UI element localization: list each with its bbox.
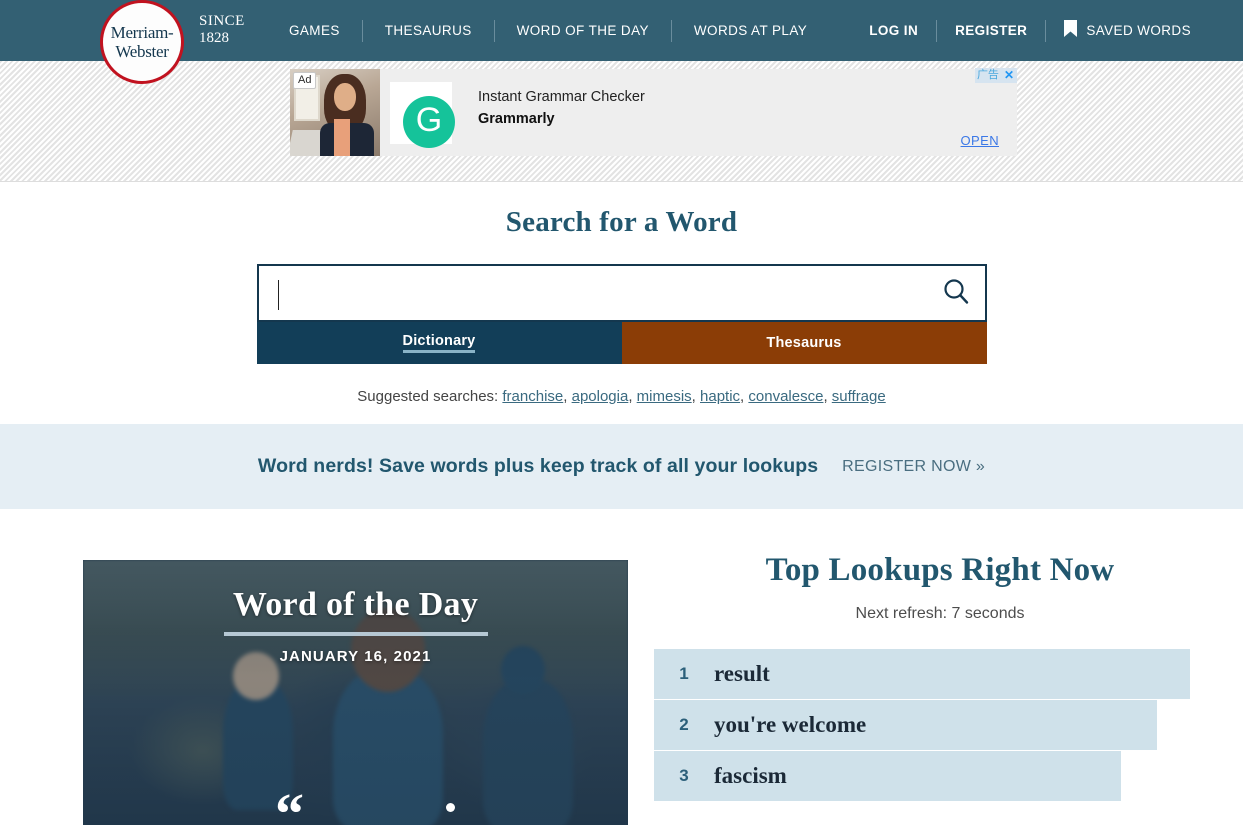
grammarly-logo-icon: G: [403, 95, 455, 148]
logo-line-1: Merriam-: [110, 23, 174, 42]
advertisement[interactable]: Ad G Instant Grammar Checker Grammarly O…: [290, 68, 1017, 156]
search-input[interactable]: [258, 266, 927, 320]
suggested-link-apologia[interactable]: apologia: [572, 388, 629, 405]
top-lookups-section: Top Lookups Right Now Next refresh: 7 se…: [654, 552, 1226, 802]
list-item[interactable]: 3 fascism: [654, 751, 1121, 801]
bookmark-icon: [1064, 19, 1078, 42]
word-of-the-day-card[interactable]: Word of the Day JANUARY 16, 2021 “: [83, 560, 628, 825]
nav-link-games[interactable]: GAMES: [289, 23, 340, 38]
search-icon: [941, 277, 971, 310]
since-text: SINCE: [199, 13, 245, 29]
login-button[interactable]: LOG IN: [851, 23, 936, 38]
tab-thesaurus[interactable]: Thesaurus: [621, 322, 987, 364]
lookup-rank: 2: [679, 715, 689, 734]
nav-item-words-at-play[interactable]: WORDS AT PLAY: [672, 22, 829, 40]
ad-thumbnail-image: Ad: [290, 69, 380, 156]
top-lookups-list: 1 result 2 you're welcome 3 fascism: [654, 649, 1226, 801]
word-of-the-day-date: JANUARY 16, 2021: [279, 648, 432, 665]
word-of-the-day-title: Word of the Day: [232, 586, 479, 623]
nav-item-thesaurus[interactable]: THESAURUS: [363, 22, 494, 40]
ad-logo-container: G: [390, 82, 455, 148]
close-icon[interactable]: ✕: [1000, 68, 1017, 83]
list-item[interactable]: 2 you're welcome: [654, 700, 1157, 750]
register-link[interactable]: REGISTER: [955, 23, 1027, 38]
register-now-link[interactable]: REGISTER NOW »: [842, 458, 985, 476]
nav-link-words-at-play[interactable]: WORDS AT PLAY: [694, 23, 807, 38]
search-widget: Dictionary Thesaurus: [256, 264, 987, 364]
search-section: Search for a Word Dictionary Thesaurus S…: [0, 182, 1243, 424]
suggested-link-haptic[interactable]: haptic: [700, 388, 740, 405]
register-banner: Word nerds! Save words plus keep track o…: [0, 424, 1243, 509]
tab-dictionary-label: Dictionary: [402, 333, 476, 353]
ad-headline: Instant Grammar Checker: [478, 89, 645, 105]
nav-link-thesaurus[interactable]: THESAURUS: [385, 23, 472, 38]
search-tabs: Dictionary Thesaurus: [256, 322, 987, 364]
suggested-link-franchise[interactable]: franchise: [502, 388, 563, 405]
merriam-webster-logo[interactable]: Merriam- Webster: [100, 0, 184, 84]
login-link[interactable]: LOG IN: [869, 23, 918, 38]
ad-strip: Ad G Instant Grammar Checker Grammarly O…: [0, 61, 1243, 182]
suggested-link-suffrage[interactable]: suffrage: [832, 388, 886, 405]
tab-thesaurus-label: Thesaurus: [766, 335, 842, 351]
lookup-word: you're welcome: [714, 712, 867, 737]
nav-item-games[interactable]: GAMES: [289, 22, 362, 40]
since-label: SINCE 1828: [199, 13, 245, 47]
title-underline: [223, 632, 488, 636]
list-item[interactable]: 1 result: [654, 649, 1190, 699]
saved-words-link[interactable]: SAVED WORDS: [1086, 23, 1191, 38]
word-of-the-day-content: Word of the Day JANUARY 16, 2021: [83, 586, 628, 665]
search-bar: [256, 264, 987, 322]
saved-words-button[interactable]: SAVED WORDS: [1046, 19, 1209, 42]
search-button[interactable]: [927, 266, 985, 320]
suggested-link-convalesce[interactable]: convalesce: [748, 388, 823, 405]
since-year: 1828: [199, 30, 229, 46]
logo-line-2: Webster: [115, 42, 169, 61]
lookup-word: result: [714, 661, 770, 686]
suggested-link-mimesis[interactable]: mimesis: [637, 388, 692, 405]
primary-nav: GAMES THESAURUS WORD OF THE DAY WORDS AT…: [289, 0, 829, 61]
ad-chinese-label[interactable]: 广告: [974, 68, 1001, 83]
suggested-label: Suggested searches:: [357, 388, 499, 405]
quote-icon: “: [275, 781, 304, 825]
ad-text-block: Instant Grammar Checker Grammarly: [478, 86, 1017, 156]
lookup-rank: 1: [679, 664, 689, 683]
ad-badge: Ad: [293, 72, 317, 89]
carousel-dot[interactable]: [446, 803, 455, 812]
refresh-status: Next refresh: 7 seconds: [855, 605, 1025, 622]
ad-controls: 广告 ✕: [974, 68, 1017, 83]
site-header: Merriam- Webster SINCE 1828 GAMES THESAU…: [0, 0, 1243, 84]
text-caret: [277, 280, 279, 310]
grammarly-logo-letter: G: [415, 101, 443, 139]
lookup-word: fascism: [714, 763, 787, 788]
account-nav: LOG IN REGISTER SAVED WORDS: [851, 0, 1209, 61]
register-banner-text: Word nerds! Save words plus keep track o…: [257, 455, 819, 477]
lookup-rank: 3: [679, 766, 689, 785]
register-button[interactable]: REGISTER: [937, 23, 1045, 38]
top-lookups-title: Top Lookups Right Now: [765, 552, 1115, 588]
ad-open-button[interactable]: OPEN: [961, 133, 999, 148]
nav-link-word-of-the-day[interactable]: WORD OF THE DAY: [517, 23, 649, 38]
ad-brand: Grammarly: [478, 111, 555, 127]
page-title: Search for a Word: [505, 206, 738, 238]
tab-dictionary[interactable]: Dictionary: [256, 322, 622, 364]
nav-item-word-of-the-day[interactable]: WORD OF THE DAY: [495, 22, 671, 40]
suggested-searches: Suggested searches: franchise, apologia,…: [357, 388, 886, 405]
